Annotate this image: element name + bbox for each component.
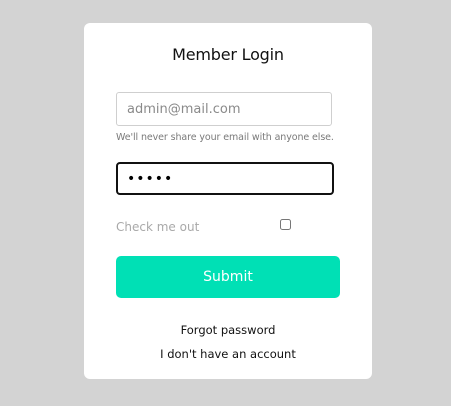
submit-button[interactable]: Submit	[116, 256, 340, 298]
email-input[interactable]	[116, 92, 332, 126]
remember-checkbox[interactable]	[280, 219, 291, 230]
remember-label: Check me out	[116, 220, 200, 234]
login-card: Member Login We'll never share your emai…	[84, 23, 372, 379]
forgot-password-link[interactable]: Forgot password	[84, 323, 372, 337]
password-input[interactable]	[116, 162, 334, 195]
email-help-text: We'll never share your email with anyone…	[116, 132, 334, 143]
no-account-link[interactable]: I don't have an account	[84, 347, 372, 361]
login-title: Member Login	[172, 45, 284, 64]
